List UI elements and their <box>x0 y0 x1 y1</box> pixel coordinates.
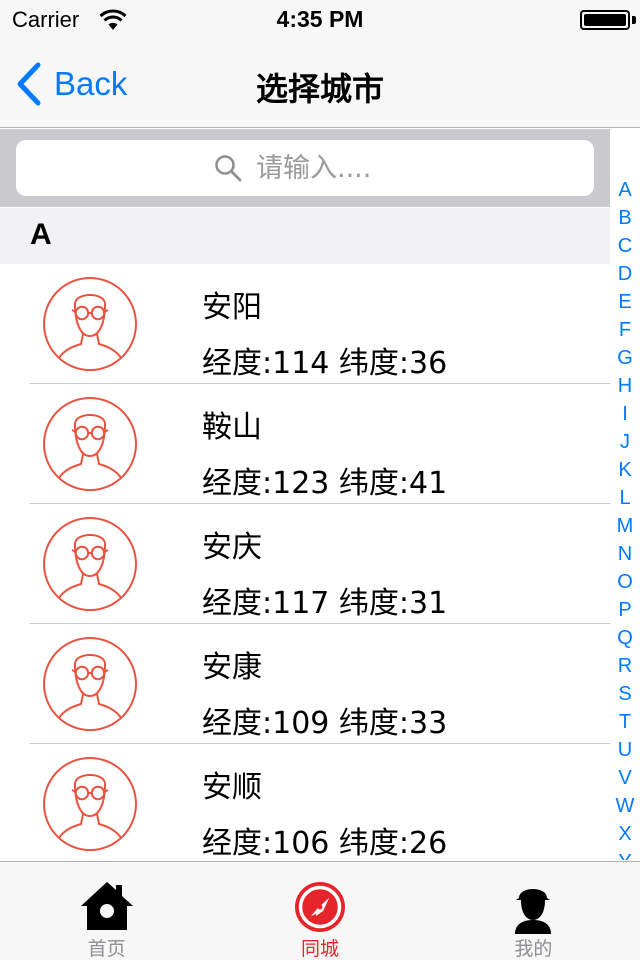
profile-icon <box>515 889 552 934</box>
city-coordinates: 经度:109 纬度:33 <box>202 706 448 741</box>
index-letter[interactable]: K <box>618 456 631 484</box>
index-letter[interactable]: Y <box>618 848 631 860</box>
index-letter[interactable]: D <box>618 260 632 288</box>
index-letter[interactable]: A <box>618 176 631 204</box>
index-letter[interactable]: E <box>618 288 631 316</box>
index-letter[interactable]: J <box>620 428 630 456</box>
avatar-icon <box>43 517 137 611</box>
section-index[interactable]: A B C D E F G H I J K L M N O P Q R S T … <box>610 176 640 860</box>
search-icon <box>215 155 242 182</box>
index-letter[interactable]: T <box>619 708 631 736</box>
search-input[interactable] <box>256 152 396 184</box>
index-letter[interactable]: B <box>618 204 631 232</box>
index-letter[interactable]: X <box>618 820 631 848</box>
index-letter[interactable]: S <box>618 680 631 708</box>
tab-bar: 首页 同城 我的 <box>0 861 640 960</box>
city-coordinates: 经度:117 纬度:31 <box>202 586 448 621</box>
tab-label: 我的 <box>514 938 553 960</box>
city-name: 安庆 <box>202 530 262 565</box>
search-field[interactable] <box>16 140 594 196</box>
battery-icon <box>580 10 630 30</box>
city-row[interactable]: 安阳 经度:114 纬度:36 <box>0 264 610 384</box>
city-name: 安顺 <box>202 770 262 805</box>
index-letter[interactable]: R <box>618 652 632 680</box>
section-header: A <box>0 208 610 264</box>
index-letter[interactable]: P <box>618 596 631 624</box>
home-icon <box>80 882 133 930</box>
index-letter[interactable]: H <box>618 372 632 400</box>
tab-label: 同城 <box>300 938 339 960</box>
navigation-bar: Back 选择城市 <box>0 40 640 128</box>
city-row[interactable]: 鞍山 经度:123 纬度:41 <box>0 384 610 504</box>
status-time: 4:35 PM <box>276 6 364 32</box>
index-letter[interactable]: F <box>619 316 631 344</box>
city-coordinates: 经度:123 纬度:41 <box>202 466 448 501</box>
index-letter[interactable]: Q <box>617 624 633 652</box>
city-name: 鞍山 <box>202 410 262 445</box>
index-letter[interactable]: L <box>619 484 630 512</box>
city-coordinates: 经度:106 纬度:26 <box>202 826 448 860</box>
city-row[interactable]: 安康 经度:109 纬度:33 <box>0 624 610 744</box>
index-letter[interactable]: W <box>616 792 635 820</box>
city-list: 安阳 经度:114 纬度:36 鞍山 经度:123 纬度:41 安庆 经度:11… <box>0 264 610 860</box>
index-letter[interactable]: U <box>618 736 632 764</box>
index-letter[interactable]: O <box>617 568 633 596</box>
index-letter[interactable]: G <box>617 344 633 372</box>
tab-home[interactable]: 首页 <box>0 862 213 960</box>
section-header-letter: A <box>30 218 52 251</box>
status-bar: Carrier 4:35 PM <box>0 0 640 40</box>
avatar-icon <box>43 757 137 851</box>
tab-label: 首页 <box>87 938 126 960</box>
avatar-icon <box>43 637 137 731</box>
city-name: 安阳 <box>202 290 262 325</box>
tab-profile[interactable]: 我的 <box>427 862 640 960</box>
avatar-icon <box>43 397 137 491</box>
index-letter[interactable]: N <box>618 540 632 568</box>
city-name: 安康 <box>202 650 262 685</box>
city-row[interactable]: 安顺 经度:106 纬度:26 <box>0 744 610 860</box>
index-letter[interactable]: M <box>617 512 634 540</box>
index-letter[interactable]: I <box>622 400 628 428</box>
avatar-icon <box>43 277 137 371</box>
city-coordinates: 经度:114 纬度:36 <box>202 346 448 381</box>
search-bar <box>0 129 610 207</box>
city-row[interactable]: 安庆 经度:117 纬度:31 <box>0 504 610 624</box>
tab-nearby[interactable]: 同城 <box>213 862 426 960</box>
page-title: 选择城市 <box>255 70 384 108</box>
compass-icon <box>294 882 345 932</box>
index-letter[interactable]: V <box>618 764 631 792</box>
battery-tip <box>632 16 636 24</box>
index-letter[interactable]: C <box>618 232 632 260</box>
